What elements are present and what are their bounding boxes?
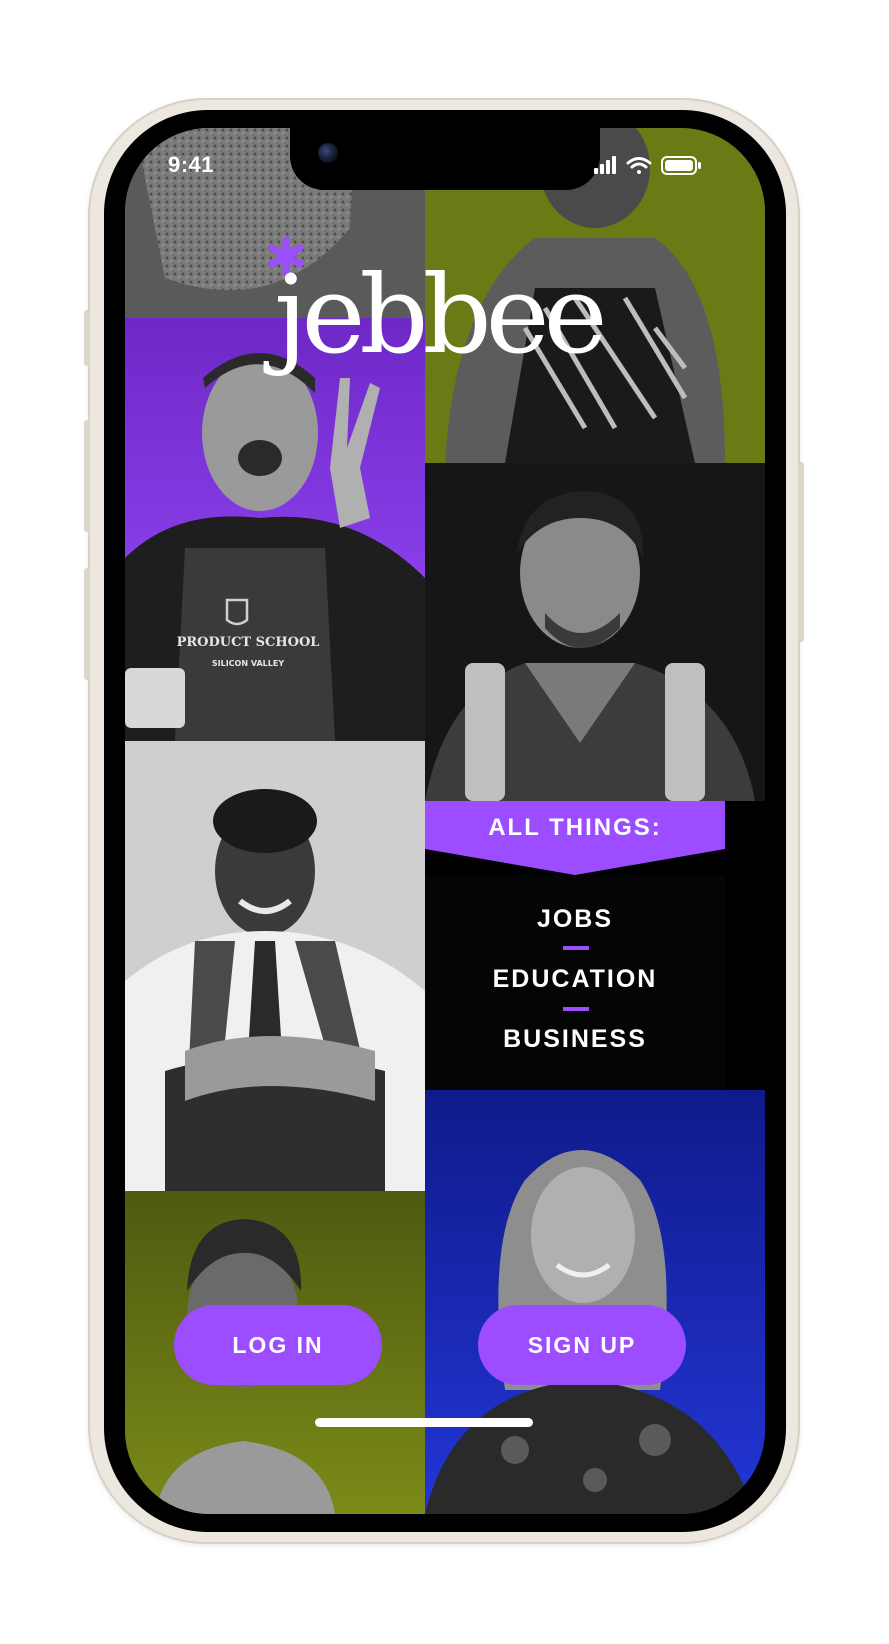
- shirt-text-product-school: PRODUCT SCHOOL: [177, 635, 320, 650]
- shirt-text-silicon-valley: SILICON VALLEY: [212, 659, 284, 668]
- status-icons: [592, 154, 712, 183]
- home-indicator[interactable]: [315, 1418, 533, 1427]
- photo-person-blue: [425, 1090, 765, 1514]
- power-button: [798, 462, 804, 642]
- signup-button[interactable]: SIGN UP: [478, 1305, 686, 1385]
- photo-tile-dark: [425, 463, 765, 801]
- topic-jobs: JOBS: [536, 905, 614, 933]
- wifi-icon: [626, 157, 652, 174]
- topic-business: BUSINESS: [503, 1025, 647, 1053]
- all-things-label: ALL THINGS:: [488, 814, 662, 841]
- logo-wordmark: jebbee: [274, 253, 607, 378]
- photo-person-purple: PRODUCT SCHOOL SILICON VALLEY: [125, 318, 425, 741]
- volume-down-button: [84, 568, 90, 680]
- dynamic-notch: [290, 128, 600, 190]
- status-time: 9:41: [168, 152, 215, 177]
- topic-divider: [563, 1007, 589, 1011]
- photo-tile-purple: PRODUCT SCHOOL SILICON VALLEY: [125, 318, 425, 741]
- photo-person-dark: [425, 463, 765, 801]
- topic-divider: [563, 946, 589, 950]
- login-button[interactable]: LOG IN: [174, 1305, 382, 1385]
- topic-education: EDUCATION: [492, 965, 658, 993]
- photo-tile-grey: [125, 741, 425, 1191]
- front-camera: [318, 143, 338, 163]
- mute-switch: [84, 310, 90, 366]
- signal-icon: [594, 156, 616, 174]
- battery-icon: [661, 156, 701, 175]
- photo-person-grey: [125, 741, 425, 1191]
- volume-up-button: [84, 420, 90, 532]
- photo-tile-blue: [425, 1090, 765, 1514]
